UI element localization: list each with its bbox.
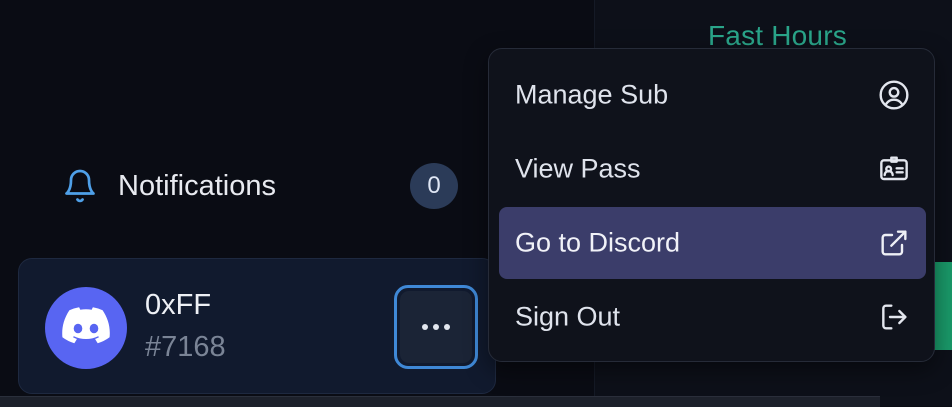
- user-discriminator: #7168: [145, 331, 226, 363]
- menu-item-manage-sub[interactable]: Manage Sub: [499, 59, 926, 131]
- sign-out-icon: [878, 301, 910, 333]
- more-horizontal-icon: [400, 291, 472, 363]
- menu-item-label: Manage Sub: [515, 79, 669, 110]
- horizontal-scrollbar[interactable]: [0, 396, 880, 407]
- menu-item-label: Sign Out: [515, 301, 621, 332]
- external-link-icon: [878, 227, 910, 259]
- notifications-label: Notifications: [118, 170, 276, 202]
- menu-item-go-to-discord[interactable]: Go to Discord: [499, 207, 926, 279]
- user-circle-icon: [878, 79, 910, 111]
- menu-item-sign-out[interactable]: Sign Out: [499, 281, 926, 353]
- accent-strip: [932, 262, 952, 350]
- notifications-count-badge: 0: [410, 163, 458, 209]
- user-dropdown-menu: Manage Sub View Pass Go to Discord Sign …: [488, 48, 935, 362]
- avatar[interactable]: [45, 287, 127, 369]
- user-menu-button[interactable]: [394, 285, 478, 369]
- discord-logo-icon: [62, 306, 110, 350]
- user-card: 0xFF #7168: [18, 258, 496, 394]
- notifications-item[interactable]: Notifications 0: [58, 160, 468, 212]
- username: 0xFF: [145, 289, 212, 321]
- menu-item-label: View Pass: [515, 153, 641, 184]
- bell-icon: [62, 168, 98, 204]
- menu-item-label: Go to Discord: [515, 227, 681, 258]
- menu-item-view-pass[interactable]: View Pass: [499, 133, 926, 205]
- id-card-icon: [878, 153, 910, 185]
